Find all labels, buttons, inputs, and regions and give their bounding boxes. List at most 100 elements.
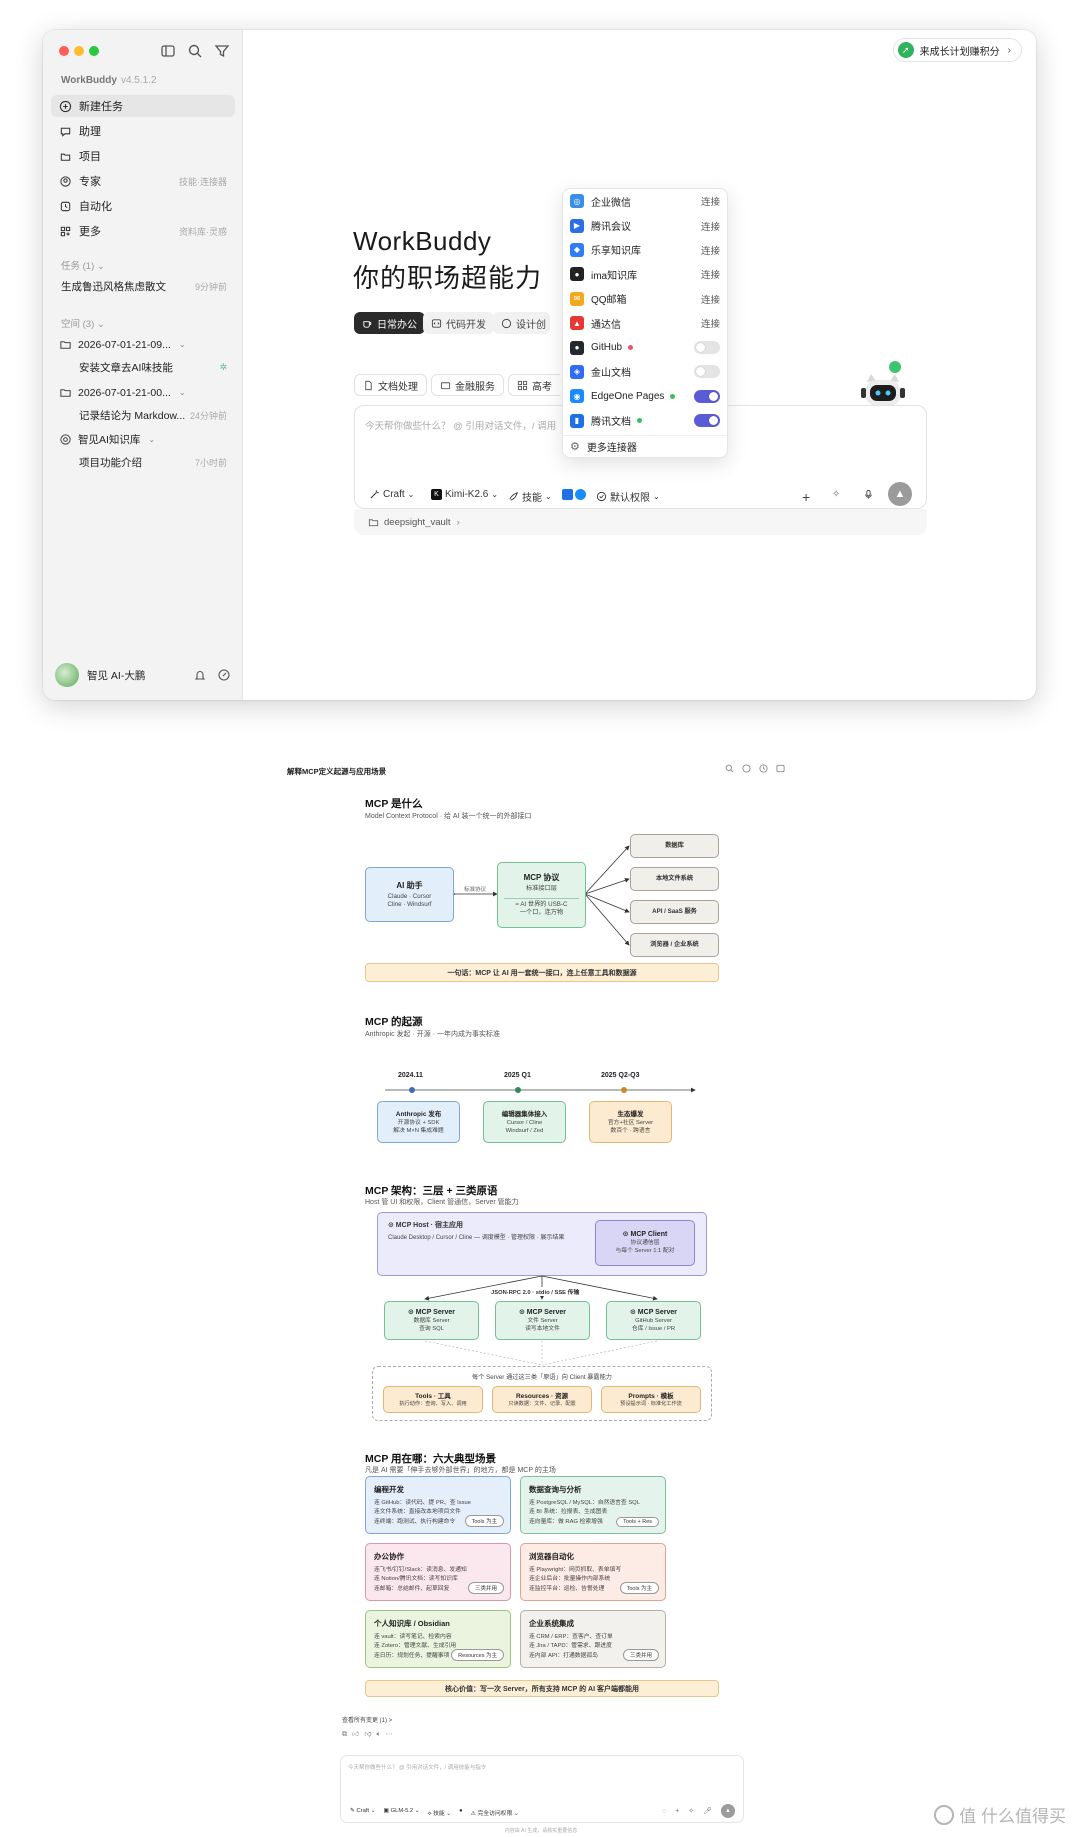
chip-finance[interactable]: 金融服务 [431,374,504,396]
task-item[interactable]: 生成鲁迅风格焦虑散文 9分钟前 [51,276,235,297]
connector-row[interactable]: ▶ 腾讯会议 连接 [563,213,727,237]
space-child-item[interactable]: 安装文章去AI味技能 ✲ [51,357,235,378]
filter-icon[interactable] [213,42,231,60]
sidebar-toggle-icon[interactable] [159,42,177,60]
chip-doc-processing[interactable]: 文档处理 [354,374,427,396]
connector-row[interactable]: ● GitHub [563,335,727,359]
tab-daily-office[interactable]: 日常办公 [354,312,425,334]
connector-toggle[interactable] [694,365,720,379]
connector-row[interactable]: ◆ 乐享知识库 连接 [563,238,727,262]
chip-gaokao[interactable]: 高考 [508,374,560,396]
space-item[interactable]: 2026-07-01-21-00... ⌄ [51,382,235,403]
connector-row[interactable]: ◉ EdgeOne Pages [563,384,727,408]
bell-icon[interactable] [193,668,207,682]
skills-selector[interactable]: 技能 ⌄ [508,489,552,504]
connector-row[interactable]: ✉ QQ邮箱 连接 [563,287,727,311]
sparkle-icon[interactable]: ✧ [688,1807,694,1815]
microphone-icon[interactable]: 🎤︎ [703,1807,712,1815]
connector-toggle[interactable] [694,414,720,428]
minimize-window-button[interactable] [74,46,84,56]
speaker-icon[interactable]: 🔈︎ [376,1731,385,1738]
thumbs-down-icon[interactable]: 👎︎ [364,1731,376,1738]
tab-design[interactable]: 设计创 [493,312,550,334]
connect-button[interactable]: 连接 [701,243,720,257]
connector-row[interactable]: ▲ 通达信 连接 [563,311,727,335]
sparkle-icon[interactable]: ✧ [832,489,840,500]
compass-icon[interactable] [217,668,231,682]
connector-row[interactable]: ▮ 腾讯文档 [563,409,727,433]
more-connectors-item[interactable]: ⚙ 更多连接器 [563,438,727,456]
connector-shortcuts[interactable] [562,489,586,500]
nav-item-experts[interactable]: 专家 技能·连接器 [51,170,235,192]
model-selector[interactable]: K Kimi-K2.6 ⌄ [431,489,498,500]
card-title: 编程开发 [374,1485,404,1494]
permission-selector[interactable]: 默认权限 ⌄ [596,489,660,504]
mode-selector[interactable]: ✎ Craft ⌄ [350,1808,376,1818]
user-profile[interactable]: 智见 AI-大鹏 [55,662,231,688]
space-child-item[interactable]: 记录结论为 Markdow... 24分钟前 [51,405,235,426]
space-label: 2026-07-01-21-00... [78,386,171,399]
permission-label: 完全访问权限 [477,1811,513,1817]
space-child-item[interactable]: 项目功能介绍 7小时前 [51,452,235,473]
space-child-label: 记录结论为 Markdow... [79,410,186,422]
send-button[interactable]: ▲ [888,482,912,506]
github-icon[interactable]: ● [459,1808,463,1818]
chip-label: 高考 [532,381,552,393]
mode-selector[interactable]: Craft ⌄ [369,489,414,500]
space-item[interactable]: 智见AI知识库 ⌄ [51,429,235,450]
copy-icon[interactable]: ⧉ [342,1731,352,1738]
add-button[interactable]: + [802,489,810,505]
lexiang-icon: ◆ [570,242,584,257]
more-icon[interactable]: ⋯ [386,1731,398,1738]
spaces-header[interactable]: 空间 (3) ⌄ [61,316,105,330]
card-tag: Tools 为主 [464,1515,504,1527]
permission-selector[interactable]: ⚠ 完全访问权限 ⌄ [471,1808,519,1818]
model-selector[interactable]: ▣ GLM-5.2 ⌄ [384,1808,420,1818]
microphone-icon[interactable] [863,489,877,500]
task-time: 9分钟前 [194,282,227,292]
connect-button[interactable]: 连接 [701,267,720,281]
tab-label: 设计创 [516,319,546,331]
connect-button[interactable]: 连接 [701,194,720,208]
connector-row[interactable]: ◎ 企业微信 连接 [563,189,727,213]
thumbs-up-icon[interactable]: 👍︎ [352,1731,364,1738]
card-tag: Tools + Res [616,1517,659,1527]
rocket-icon: ➚ [897,42,914,58]
connect-button[interactable]: 连接 [701,316,720,330]
composer-input[interactable]: 今天帮你做些什么？ @ 引用对话文件，/ 调用 [365,418,556,432]
nav-item-automation[interactable]: 自动化 [51,195,235,217]
tab-code-dev[interactable]: 代码开发 [423,312,494,334]
mcp-server-box: ⊙ MCP Server 数据库 Server 查询 SQL [384,1301,479,1340]
search-icon[interactable] [186,42,204,60]
tasks-header[interactable]: 任务 (1) ⌄ [61,258,105,272]
chevron-down-icon: ⌄ [178,340,186,349]
section-subtitle: 凡是 AI 需要「伸手去够外部世界」的地方，都是 MCP 的主场 [365,1467,556,1474]
finance-icon [440,381,451,389]
connector-row[interactable]: ● ima知识库 连接 [563,262,727,286]
tencent-meeting-icon: ▶ [570,218,584,233]
nav-item-more[interactable]: 更多 资料库·灵感 [51,220,235,242]
add-button[interactable]: + [675,1808,679,1815]
connector-toggle[interactable] [694,389,720,403]
close-window-button[interactable] [59,46,69,56]
view-changes-link[interactable]: 查看所有变更 (1) > [342,1715,392,1724]
growth-plan-button[interactable]: ➚ 来成长计划赚积分 › [892,38,1022,62]
workspace-path[interactable]: deepsight_vault › [354,509,927,535]
connect-button[interactable]: 连接 [701,292,720,306]
hero-title: WorkBuddy [353,226,492,256]
connector-name: GitHub [591,342,623,354]
nav-item-assistant[interactable]: 助理 [51,120,235,142]
bottom-composer-input[interactable]: 今天帮你做些什么？ @ 引用对话文件，/ 调用技能与指令 [348,1763,486,1771]
nav-item-projects[interactable]: 项目 [51,145,235,167]
nav-item-new-task[interactable]: 新建任务 [51,95,235,117]
zoom-window-button[interactable] [89,46,99,56]
qq-mail-icon: ✉ [570,291,584,306]
app-window: WorkBuddy v4.5.1.2 新建任务 助理 项目 专家 技能·连接器 自… [43,30,1036,700]
send-button[interactable]: ▲ [721,1804,735,1818]
skills-selector[interactable]: ⟡ 技能 ⌄ [428,1808,452,1818]
space-item[interactable]: 2026-07-01-21-09... ⌄ [51,334,235,355]
connect-button[interactable]: 连接 [701,219,720,233]
github-icon: ● [570,340,584,355]
connector-row[interactable]: ◈ 金山文档 [563,360,727,384]
connector-toggle[interactable] [694,341,720,355]
